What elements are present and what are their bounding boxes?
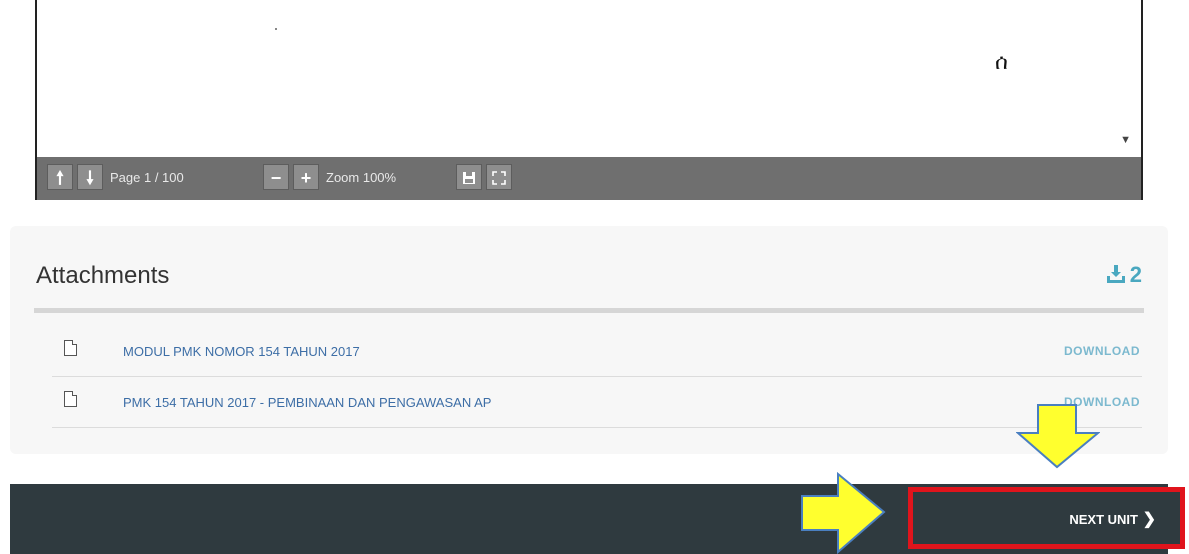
page-mark — [275, 28, 277, 30]
pdf-file-icon — [64, 340, 77, 356]
fullscreen-button[interactable] — [486, 164, 512, 190]
arrow-down-icon: 🠗 — [86, 168, 94, 188]
download-icon — [1106, 265, 1125, 283]
attachment-row: PMK 154 TAHUN 2017 - PEMBINAAN DAN PENGA… — [52, 377, 1142, 428]
zoom-indicator: Zoom 100% — [326, 170, 397, 185]
pdf-viewer[interactable]: ሰ ▼ 🠕 🠗 Page 1 / 100 − + Zoom 100% — [35, 0, 1143, 200]
attachments-count[interactable]: 2 — [1106, 262, 1142, 288]
page-glyph: ሰ — [995, 50, 1008, 75]
attachment-row: MODUL PMK NOMOR 154 TAHUN 2017 DOWNLOAD — [52, 326, 1142, 377]
attachment-name[interactable]: MODUL PMK NOMOR 154 TAHUN 2017 — [123, 344, 360, 359]
attachments-card: Attachments 2 MODUL PMK NOMOR 154 TAHUN … — [10, 226, 1168, 454]
download-link[interactable]: DOWNLOAD — [1064, 344, 1140, 358]
zoom-out-button[interactable]: − — [263, 164, 289, 190]
viewer-toolbar: 🠕 🠗 Page 1 / 100 − + Zoom 100% — [37, 157, 1141, 200]
divider — [34, 308, 1144, 313]
prev-page-button[interactable]: 🠕 — [47, 164, 73, 190]
chevron-right-icon: ❯ — [1142, 511, 1156, 528]
save-icon — [463, 172, 475, 184]
pdf-page: ሰ ▼ — [37, 0, 1141, 157]
attachment-name[interactable]: PMK 154 TAHUN 2017 - PEMBINAAN DAN PENGA… — [123, 395, 491, 410]
attachments-title: Attachments — [36, 262, 170, 289]
arrow-up-icon: 🠕 — [56, 168, 64, 188]
annotation-arrow-down-icon — [1016, 404, 1100, 469]
plus-icon: + — [300, 168, 312, 188]
attachments-count-value: 2 — [1129, 262, 1142, 287]
fullscreen-icon — [492, 171, 506, 185]
zoom-in-button[interactable]: + — [293, 164, 319, 190]
download-pdf-button[interactable] — [456, 164, 482, 190]
next-unit-label: NEXT UNIT — [1069, 512, 1138, 527]
annotation-arrow-right-icon — [801, 471, 886, 554]
page-indicator: Page 1 / 100 — [110, 170, 184, 185]
next-unit-button[interactable]: NEXT UNIT ❯ — [908, 487, 1185, 549]
minus-icon: − — [270, 168, 282, 188]
scroll-down-icon[interactable]: ▼ — [1120, 134, 1131, 146]
pdf-file-icon — [64, 391, 77, 407]
next-page-button[interactable]: 🠗 — [77, 164, 103, 190]
